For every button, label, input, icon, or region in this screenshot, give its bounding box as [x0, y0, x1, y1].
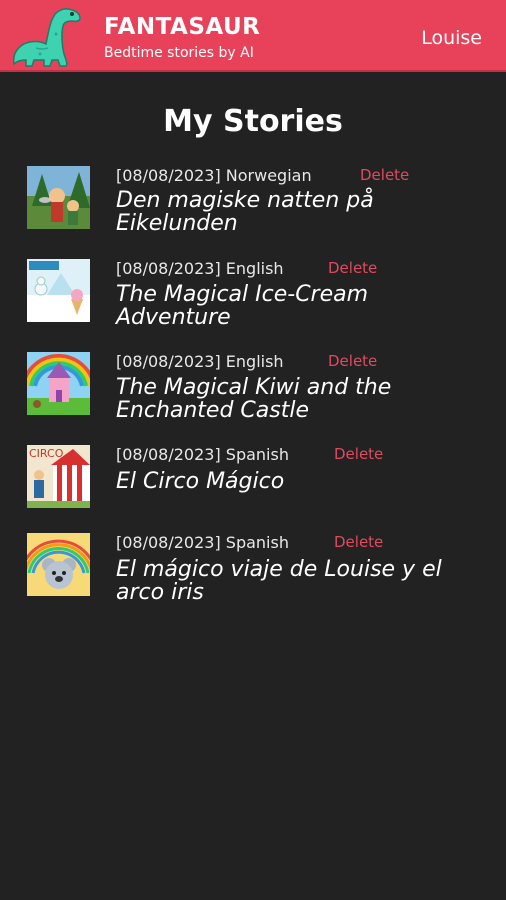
- story-meta: [08/08/2023] Norwegian: [116, 166, 312, 185]
- brand-subtitle: Bedtime stories by AI: [104, 45, 254, 61]
- story-meta: [08/08/2023] English: [116, 259, 284, 278]
- story-title[interactable]: El Circo Mágico: [116, 470, 486, 493]
- page-title: My Stories: [163, 104, 343, 139]
- story-title[interactable]: El mágico viaje de Louise y el arco iris: [116, 558, 486, 604]
- story-thumbnail[interactable]: [27, 166, 90, 229]
- dinosaur-logo-icon[interactable]: [6, 4, 90, 70]
- brand-title: FANTASAUR: [104, 14, 261, 40]
- story-thumbnail[interactable]: [27, 259, 90, 322]
- delete-button[interactable]: Delete: [334, 532, 383, 552]
- story-title[interactable]: Den magiske natten på Eikelunden: [116, 189, 486, 235]
- delete-button[interactable]: Delete: [328, 351, 377, 371]
- delete-button[interactable]: Delete: [328, 258, 377, 278]
- story-thumbnail[interactable]: [27, 352, 90, 415]
- delete-button[interactable]: Delete: [334, 444, 383, 464]
- story-title[interactable]: The Magical Kiwi and the Enchanted Castl…: [116, 376, 486, 422]
- story-meta: [08/08/2023] Spanish: [116, 445, 289, 464]
- story-thumbnail[interactable]: [27, 533, 90, 596]
- story-thumbnail[interactable]: CIRCO: [27, 445, 90, 508]
- svg-text:CIRCO: CIRCO: [29, 447, 64, 460]
- app-header: FANTASAUR Bedtime stories by AI Louise: [0, 0, 506, 72]
- story-meta: [08/08/2023] Spanish: [116, 533, 289, 552]
- story-meta: [08/08/2023] English: [116, 352, 284, 371]
- user-name-link[interactable]: Louise: [421, 26, 482, 50]
- story-title[interactable]: The Magical Ice-Cream Adventure: [116, 283, 486, 329]
- delete-button[interactable]: Delete: [360, 165, 409, 185]
